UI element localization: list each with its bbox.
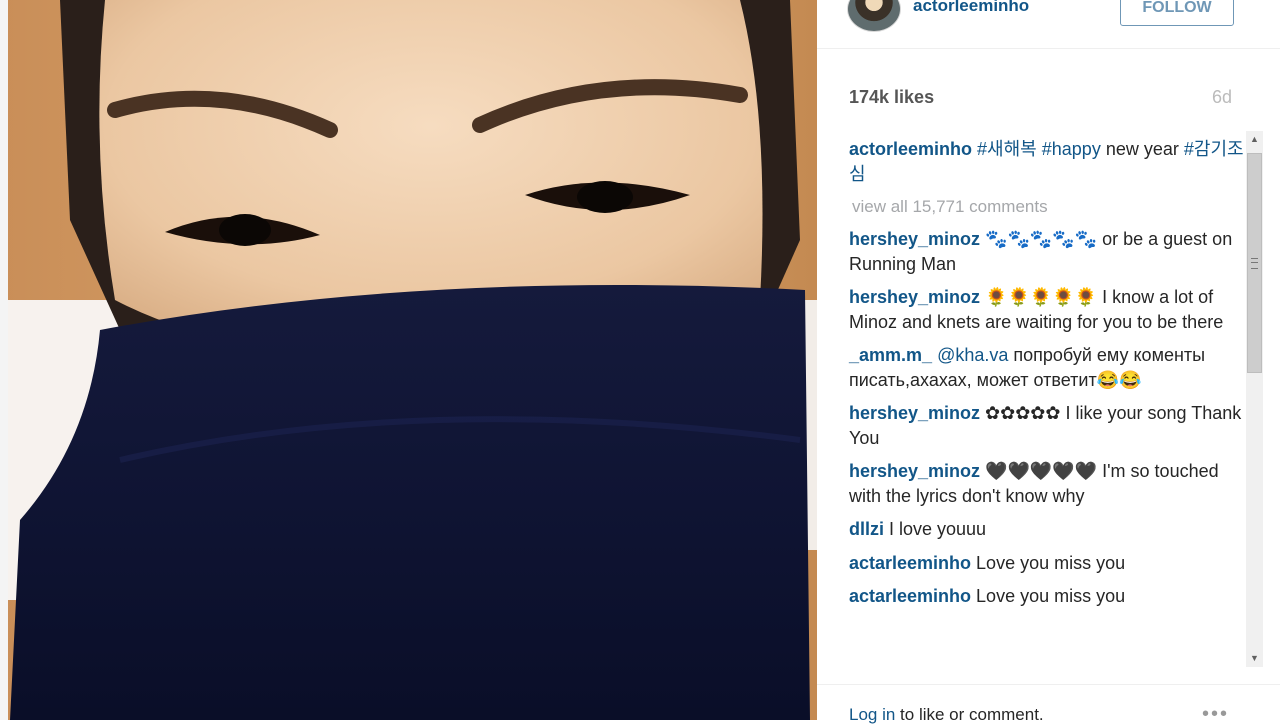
grip-icon xyxy=(1251,258,1258,269)
comment-item: hershey_minoz ✿✿✿✿✿ I like your song Tha… xyxy=(849,401,1244,450)
comment-username[interactable]: hershey_minoz xyxy=(849,403,980,423)
comments-scrollbar[interactable]: ▲ ▼ xyxy=(1246,131,1263,667)
comment-item: _amm.m_ @kha.va попробуй ему коменты пис… xyxy=(849,343,1244,392)
caption-text: new year xyxy=(1100,139,1184,159)
mention-link[interactable]: @kha.va xyxy=(937,345,1008,365)
photo-left-edge xyxy=(0,0,8,720)
follow-button[interactable]: FOLLOW xyxy=(1120,0,1234,26)
comment-username[interactable]: _amm.m_ xyxy=(849,345,932,365)
login-link[interactable]: Log in xyxy=(849,705,895,724)
comment-text: I love youuu xyxy=(884,519,987,539)
comment-list: actorleeminho #새해복 #happy new year #감기조심… xyxy=(849,137,1244,618)
comment-item: hershey_minoz 🖤🖤🖤🖤🖤 I'm so touched with … xyxy=(849,459,1244,508)
login-prompt: Log in to like or comment. xyxy=(849,705,1044,725)
caption: actorleeminho #새해복 #happy new year #감기조심 xyxy=(849,137,1244,186)
comment-item: hershey_minoz 🌻🌻🌻🌻🌻 I know a lot of Mino… xyxy=(849,285,1244,334)
caption-username[interactable]: actorleeminho xyxy=(849,139,972,159)
login-prompt-text: to like or comment. xyxy=(895,705,1044,724)
comment-item: dllzi I love youuu xyxy=(849,517,1244,542)
view-all-comments-link[interactable]: view all 15,771 comments xyxy=(852,195,1244,219)
comment-username[interactable]: actarleeminho xyxy=(849,553,971,573)
post-header: actorleeminho FOLLOW xyxy=(817,0,1280,49)
comment-username[interactable]: actarleeminho xyxy=(849,586,971,606)
post-footer: Log in to like or comment. ••• xyxy=(817,684,1280,725)
likes-count[interactable]: 174k likes xyxy=(849,87,934,108)
comment-username[interactable]: dllzi xyxy=(849,519,884,539)
avatar[interactable] xyxy=(847,0,901,32)
hashtag-link[interactable]: #새해복 xyxy=(977,139,1037,159)
comment-item: actarleeminho Love you miss you xyxy=(849,584,1244,609)
more-options-icon[interactable]: ••• xyxy=(1202,703,1229,726)
comment-text: Love you miss you xyxy=(971,586,1126,606)
scrollbar-thumb[interactable] xyxy=(1247,153,1262,373)
post-photo xyxy=(0,0,817,720)
comment-username[interactable]: hershey_minoz xyxy=(849,229,980,249)
comment-username[interactable]: hershey_minoz xyxy=(849,461,980,481)
comment-text: Love you miss you xyxy=(971,552,1126,573)
scroll-down-arrow-icon[interactable]: ▼ xyxy=(1246,650,1263,667)
selfie-image xyxy=(0,0,817,720)
comment-item: actarleeminho Love you miss you xyxy=(849,551,1244,576)
comment-item: hershey_minoz 🐾🐾🐾🐾🐾 or be a guest on Run… xyxy=(849,227,1244,276)
post-sidebar: actorleeminho FOLLOW 174k likes 6d actor… xyxy=(817,0,1280,725)
post-age[interactable]: 6d xyxy=(1212,87,1232,108)
comment-username[interactable]: hershey_minoz xyxy=(849,287,980,307)
scroll-up-arrow-icon[interactable]: ▲ xyxy=(1246,131,1263,148)
post-username[interactable]: actorleeminho xyxy=(913,0,1029,16)
hashtag-link[interactable]: #happy xyxy=(1042,139,1101,159)
